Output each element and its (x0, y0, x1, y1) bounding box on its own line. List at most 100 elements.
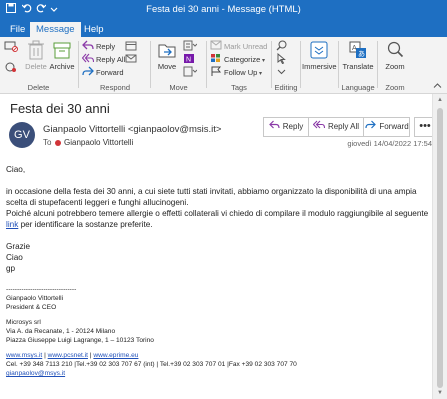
onenote-button[interactable]: N (183, 53, 197, 66)
find-button[interactable] (276, 40, 289, 53)
message-actions: Reply Reply All Forward (263, 117, 410, 137)
move-group-label: Move (169, 83, 188, 92)
signature-links: www.msys.it | www.pcsnet.it | www.eprime… (6, 351, 430, 360)
mark-unread-label: Mark Unread (224, 42, 268, 51)
svg-text:N: N (186, 57, 191, 64)
respond-group: Reply Reply All Forward Respond (80, 37, 150, 94)
rules-button[interactable] (183, 40, 199, 53)
reply-label: Reply (96, 42, 116, 51)
immersive-label: Immersive (302, 62, 337, 71)
tab-file[interactable]: File (4, 22, 31, 37)
respond-more-button[interactable] (125, 53, 139, 66)
archive-label: Archive (49, 62, 75, 71)
actions-icon (183, 66, 198, 81)
tab-message[interactable]: Message (30, 22, 81, 37)
scroll-down-icon[interactable]: ▼ (437, 390, 443, 396)
mark-unread-icon (210, 40, 222, 54)
categorize-button[interactable]: Categorize ▾ (210, 53, 265, 66)
reply-all-icon (312, 118, 325, 136)
message-subject: Festa dei 30 anni (10, 101, 110, 116)
para2-text-after: per identificare la sostanze preferite. (18, 220, 153, 229)
language-group: Aあ Translate Language (340, 37, 376, 94)
zoom-button[interactable]: Zoom (379, 40, 411, 71)
junk-button[interactable] (4, 61, 20, 74)
delete-label: Delete (25, 62, 47, 71)
forward-button[interactable]: Forward (82, 66, 124, 79)
closing-initials: gp (6, 264, 16, 273)
presence-busy-icon (55, 140, 61, 146)
move-label: Move (157, 62, 177, 71)
reply-all-icon (81, 53, 95, 67)
closing-bye: Ciao (6, 253, 23, 262)
immersive-reader-button[interactable]: Immersive (302, 40, 337, 71)
header-reply-all-label: Reply All (327, 122, 360, 132)
reply-all-button[interactable]: Reply All (81, 53, 126, 67)
ignore-button[interactable] (4, 40, 20, 53)
forward-icon (365, 118, 377, 136)
translate-button[interactable]: Aあ Translate (340, 40, 376, 71)
recipient[interactable]: Gianpaolo Vittortelli (64, 138, 133, 147)
avatar[interactable]: GV (9, 122, 35, 148)
body-paragraph-1: in occasione della festa dei 30 anni, a … (6, 187, 417, 207)
forward-icon (82, 66, 94, 80)
para2-text-before: Poiché alcuni potrebbero temere allergie… (6, 209, 429, 218)
trash-icon (24, 40, 48, 62)
to-label: To (43, 138, 52, 147)
signature-phone: Cel. +39 348 7113 210 |Tel.+39 02 303 70… (6, 361, 297, 368)
ribbon-tabs: File Message Help (0, 20, 447, 37)
form-link[interactable]: link (6, 220, 18, 229)
mark-unread-button[interactable]: Mark Unread (210, 40, 267, 53)
translate-icon: Aあ (340, 40, 376, 62)
editing-group-label: Editing (274, 83, 298, 92)
archive-button[interactable]: Archive (48, 40, 76, 71)
signature-link-msys[interactable]: www.msys.it (6, 352, 42, 359)
actions-button[interactable] (183, 66, 199, 79)
translate-label: Translate (342, 62, 374, 71)
signature-email-link[interactable]: gianpaolov@msys.it (6, 370, 65, 377)
signature-link-eprime[interactable]: www.eprime.eu (93, 352, 138, 359)
scrollbar-thumb[interactable] (437, 108, 443, 388)
signature-link-pcsnet[interactable]: www.pcsnet.it (48, 352, 88, 359)
vertical-scrollbar[interactable]: ▲ ▼ (432, 94, 447, 399)
message-pane: Festa dei 30 anni GV Gianpaolo Vittortel… (0, 94, 436, 399)
follow-up-chevron-icon: ▾ (257, 71, 263, 77)
tab-help[interactable]: Help (78, 22, 110, 37)
header-reply-all-button[interactable]: Reply All (309, 118, 363, 136)
scroll-up-icon[interactable]: ▲ (437, 97, 443, 103)
collapse-ribbon-button[interactable] (433, 79, 444, 92)
move-button[interactable]: Move (154, 40, 180, 71)
signature-email: gianpaolov@msys.it (6, 369, 430, 378)
ribbon: Delete Archive Delete Reply Reply All Fo… (0, 37, 447, 94)
delete-group-label: Delete (27, 83, 50, 92)
zoom-group: Zoom Zoom (379, 37, 411, 94)
signature-name: Gianpaolo Vittortelli (6, 295, 64, 302)
delete-button[interactable]: Delete (24, 40, 48, 71)
respond-meeting-button[interactable] (125, 40, 139, 53)
zoom-icon (379, 40, 411, 62)
tags-group-label: Tags (231, 83, 247, 92)
language-group-label: Language (341, 83, 375, 92)
select-button[interactable] (276, 52, 289, 66)
editing-more-button[interactable] (276, 66, 289, 79)
sender[interactable]: Gianpaolo Vittortelli <gianpaolov@msis.i… (43, 124, 221, 135)
categorize-icon (210, 53, 222, 67)
reply-all-label: Reply All (96, 55, 126, 64)
folder-move-icon (154, 40, 180, 62)
delete-group: Delete Archive Delete (0, 37, 77, 94)
header-forward-button[interactable]: Forward (364, 118, 410, 136)
header-forward-label: Forward (379, 122, 409, 132)
follow-up-button[interactable]: Follow Up ▾ (210, 66, 262, 79)
reply-button[interactable]: Reply (82, 40, 115, 53)
header-reply-button[interactable]: Reply (264, 118, 308, 136)
categorize-chevron-icon: ▾ (260, 58, 265, 64)
svg-text:A: A (352, 45, 357, 52)
signature-role: President & CEO (6, 304, 57, 311)
zoom-label: Zoom (385, 62, 405, 71)
more-respond-icon (125, 53, 137, 68)
signature-divider: -------------------------------- (6, 286, 77, 293)
categorize-label: Categorize (224, 55, 261, 64)
tags-group: Mark Unread Categorize ▾ Follow Up ▾ Tag… (208, 37, 270, 94)
respond-group-label: Respond (99, 83, 131, 92)
svg-text:あ: あ (358, 50, 365, 58)
header-reply-label: Reply (282, 122, 304, 132)
